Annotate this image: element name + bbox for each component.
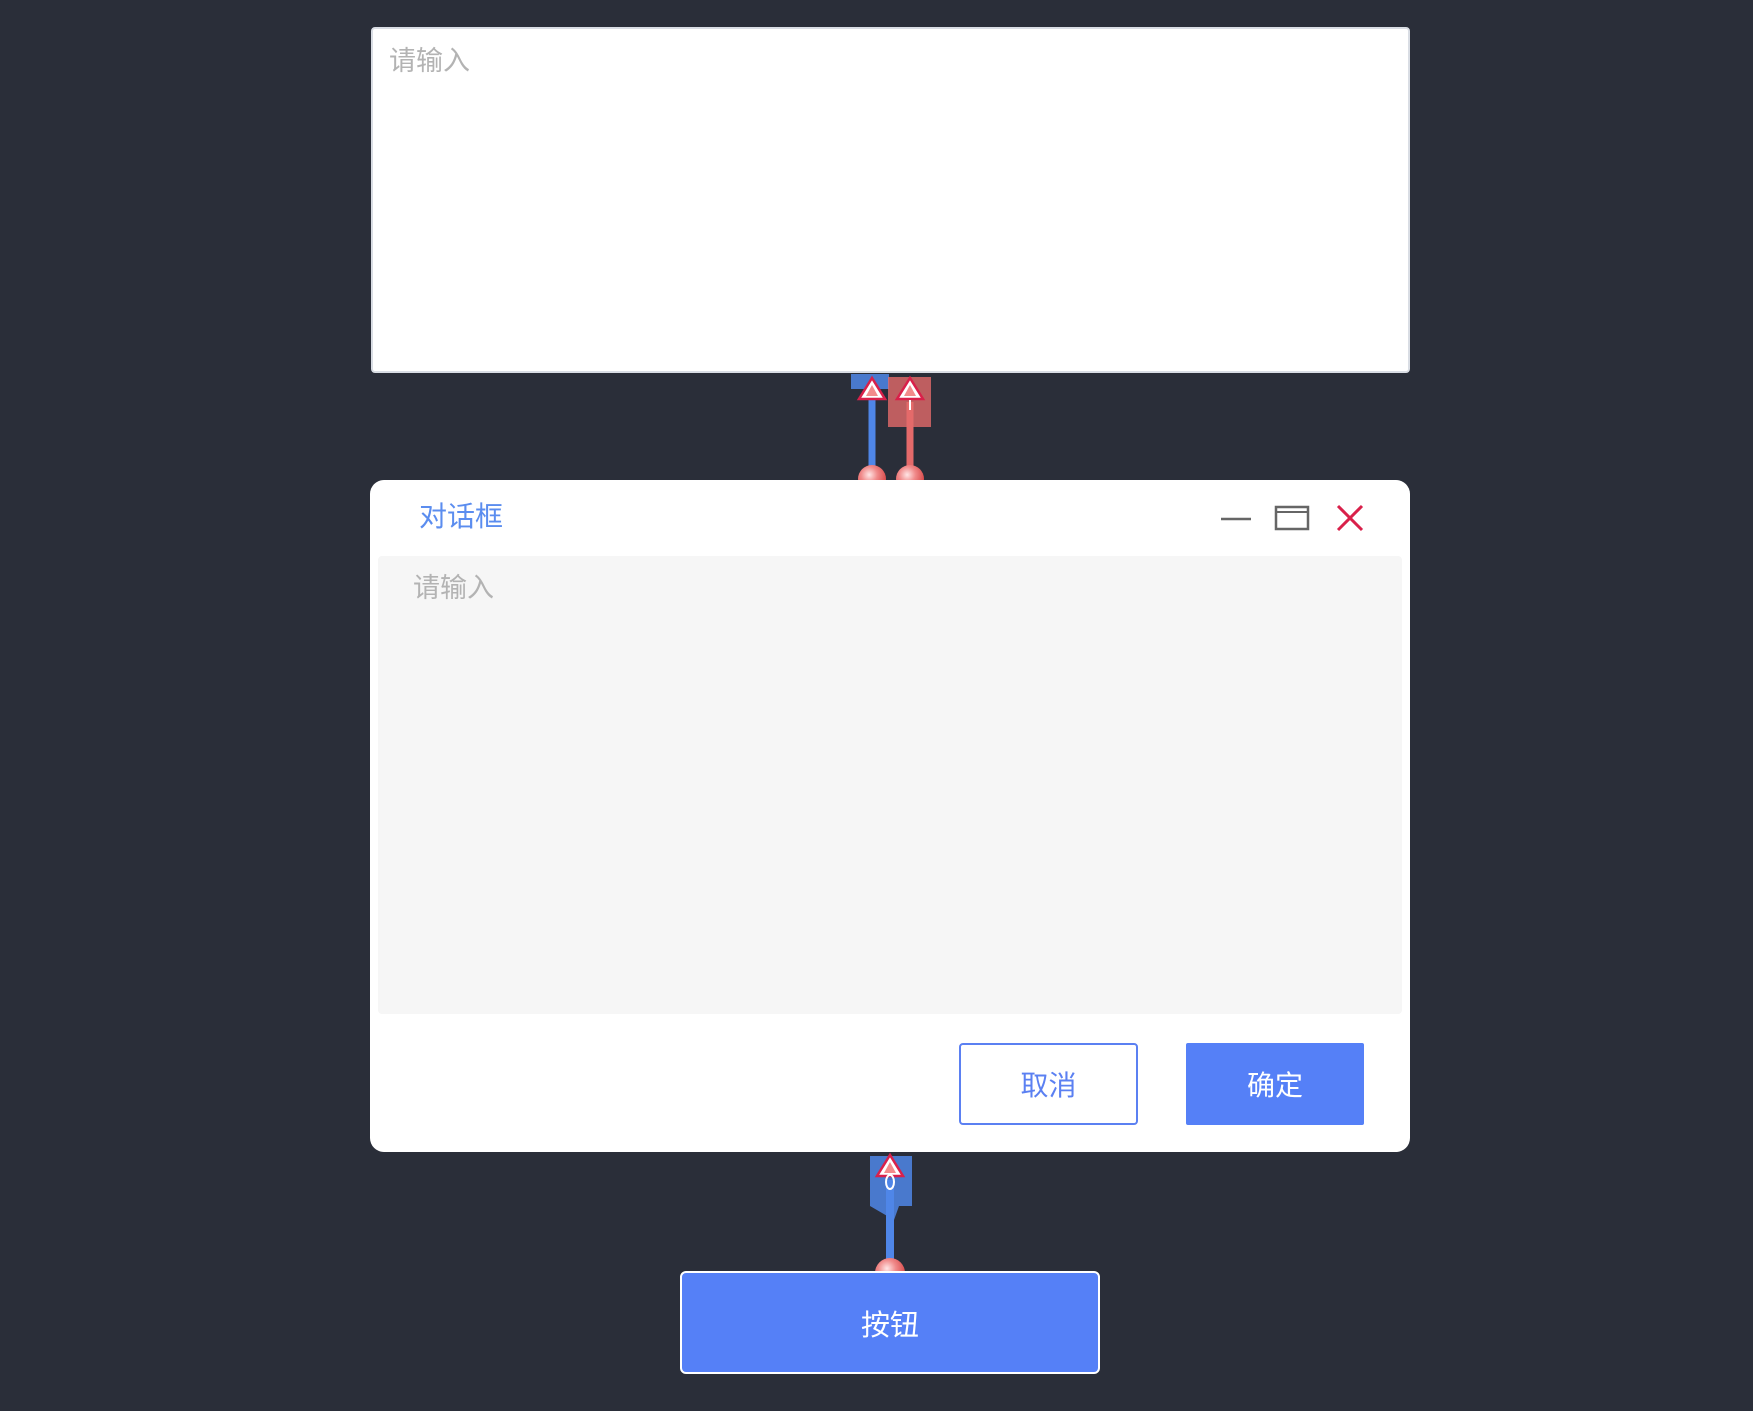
connector-blue-lower[interactable] [870,1152,912,1288]
close-icon [1336,504,1364,532]
close-button[interactable] [1330,498,1370,538]
top-input-textarea[interactable] [371,27,1410,373]
dialog-title: 对话框 [419,500,504,533]
connector-red-upper[interactable] [888,375,931,493]
main-button[interactable]: 按钮 [680,1271,1100,1374]
minimize-button[interactable] [1216,498,1256,538]
cancel-button[interactable]: 取消 [959,1043,1138,1125]
minimize-icon [1221,517,1251,521]
ok-button[interactable]: 确定 [1186,1043,1364,1125]
connector-blue-upper[interactable] [851,374,889,493]
dialog-input-textarea[interactable] [378,556,1402,1014]
maximize-icon [1274,505,1310,531]
dialog-window: 对话框 取消 确定 [370,480,1410,1152]
maximize-button[interactable] [1272,498,1312,538]
